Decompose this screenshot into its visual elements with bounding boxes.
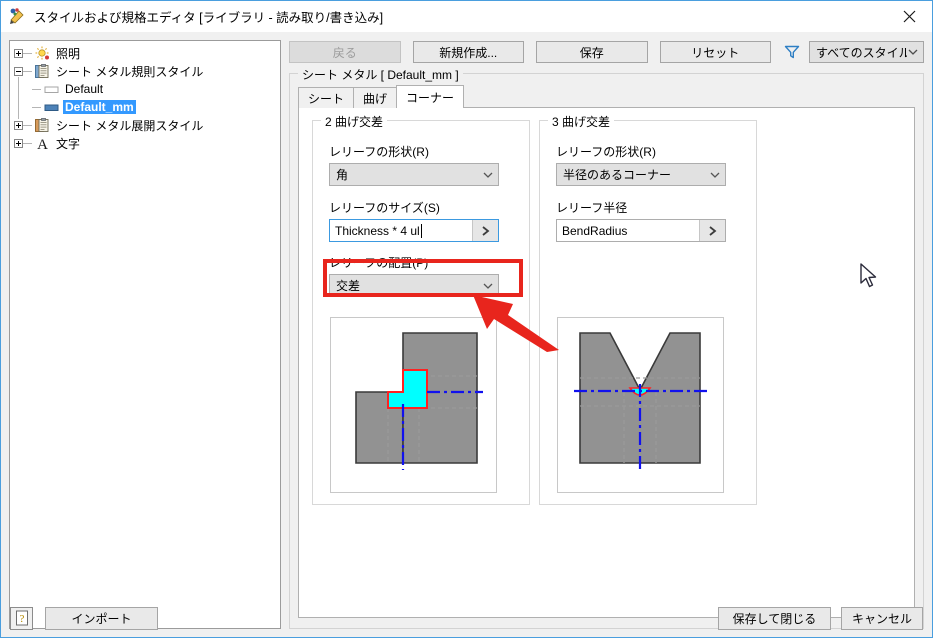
three-bend-group-label: 3 曲げ交差 — [548, 113, 615, 130]
two-bend-intersection-group: 2 曲げ交差 レリーフの形状(R) 角 レリーフのサイズ(S) Thicknes… — [312, 113, 530, 505]
two-bend-group-label: 2 曲げ交差 — [321, 113, 388, 130]
sheet-metal-group-label: シート メタル [ Default_mm ] — [298, 66, 463, 83]
expander-plus-icon[interactable] — [14, 48, 23, 58]
save-button[interactable]: 保存 — [536, 41, 648, 63]
chevron-down-icon — [478, 171, 498, 179]
chevron-right-icon[interactable] — [472, 220, 498, 241]
style-swatch-filled-icon — [43, 100, 60, 115]
editor-toolbar: 戻る 新規作成... 保存 リセット すべてのスタイル — [289, 40, 924, 64]
style-filter-value: すべてのスタイル — [816, 45, 907, 60]
tree-item-label-selected: Default_mm — [63, 100, 136, 114]
tree-item-label: シート メタル規則スタイル — [56, 64, 204, 79]
style-swatch-empty-icon — [43, 82, 60, 97]
chevron-down-icon — [907, 45, 919, 59]
clipboard-blue-icon — [34, 63, 51, 79]
help-icon[interactable]: ? — [10, 606, 33, 630]
relief-radius-label: レリーフ半径 — [556, 201, 628, 215]
relief-size-value: Thickness * 4 ul — [335, 223, 420, 238]
tree-connector — [23, 70, 32, 72]
tree-item-default[interactable]: Default — [10, 77, 280, 101]
tree-connector — [23, 124, 32, 126]
tree-item-label: シート メタル展開スタイル — [56, 118, 204, 133]
tab-bend[interactable]: 曲げ — [353, 87, 398, 108]
relief-shape-value-2: 角 — [336, 168, 349, 182]
relief-shape-combobox-2[interactable]: 角 — [329, 163, 499, 186]
three-bend-intersection-group: 3 曲げ交差 レリーフの形状(R) 半径のあるコーナー レリーフ半径 BendR… — [539, 113, 757, 505]
style-filter-combobox[interactable]: すべてのスタイル — [809, 41, 924, 63]
tab-corner[interactable]: コーナー — [396, 85, 465, 108]
editor-right-panel: 戻る 新規作成... 保存 リセット すべてのスタイル シート メタル [De… — [289, 40, 924, 629]
style-tree-panel[interactable]: 照明 シート メタル規則スタイル Default Default_mm シート … — [9, 40, 281, 629]
dialog-footer: ? インポート 保存して閉じる キャンセル — [1, 599, 932, 637]
tree-item-text[interactable]: A 文字 — [10, 134, 280, 153]
relief-placement-value: 交差 — [336, 279, 361, 293]
svg-text:?: ? — [19, 613, 24, 625]
tree-connector — [23, 142, 32, 144]
style-editor-icon — [8, 7, 28, 27]
tree-connector — [32, 106, 41, 108]
relief-shape-combobox-3[interactable]: 半径のあるコーナー — [556, 163, 726, 186]
relief-size-field[interactable]: Thickness * 4 ul — [329, 219, 499, 242]
tree-item-sheet-metal-rule-style[interactable]: シート メタル規則スタイル — [10, 62, 280, 80]
title-bar: スタイルおよび規格エディタ [ライブラリ - 読み取り/書き込み] — [1, 1, 932, 32]
dialog-body: 照明 シート メタル規則スタイル Default Default_mm シート … — [1, 32, 932, 629]
chevron-down-icon — [705, 171, 725, 179]
clipboard-orange-icon — [34, 117, 51, 133]
expander-minus-icon[interactable] — [14, 66, 23, 76]
sheet-metal-groupbox: シート メタル [ Default_mm ] シート 曲げ コーナー 2 曲げ交… — [289, 66, 924, 629]
relief-placement-label: レリーフの配置(P) — [329, 256, 429, 270]
save-and-close-button[interactable]: 保存して閉じる — [718, 606, 831, 630]
style-and-standard-editor-window: スタイルおよび規格エディタ [ライブラリ - 読み取り/書き込み] 照明 シート… — [0, 0, 933, 638]
expander-plus-icon[interactable] — [14, 138, 23, 148]
new-button[interactable]: 新規作成... — [412, 41, 524, 63]
tree-indent — [14, 77, 32, 101]
relief-radius-value: BendRadius — [562, 223, 628, 238]
two-bend-intersection-preview — [330, 317, 497, 493]
tree-item-default-mm[interactable]: Default_mm — [10, 95, 280, 119]
window-title: スタイルおよび規格エディタ [ライブラリ - 読み取り/書き込み] — [34, 11, 384, 25]
chevron-down-icon — [478, 282, 498, 290]
tree-item-label: 照明 — [56, 46, 81, 61]
tab-sheet[interactable]: シート — [298, 87, 355, 108]
tree-item-label: 文字 — [56, 136, 81, 151]
relief-radius-field[interactable]: BendRadius — [556, 219, 726, 242]
svg-text:A: A — [37, 137, 48, 151]
cancel-button[interactable]: キャンセル — [841, 606, 923, 630]
tree-connector — [32, 88, 41, 90]
corner-tab-page: 2 曲げ交差 レリーフの形状(R) 角 レリーフのサイズ(S) Thicknes… — [298, 107, 915, 618]
expander-plus-icon[interactable] — [14, 120, 23, 130]
relief-placement-combobox[interactable]: 交差 — [329, 274, 499, 297]
tree-item-lighting[interactable]: 照明 — [10, 44, 280, 62]
text-caret — [420, 223, 422, 238]
import-button[interactable]: インポート — [45, 606, 158, 630]
close-icon[interactable] — [886, 1, 932, 31]
relief-shape-label-3: レリーフの形状(R) — [556, 145, 656, 159]
tab-strip: シート 曲げ コーナー — [298, 85, 465, 108]
relief-shape-label-2: レリーフの形状(R) — [329, 145, 429, 159]
relief-size-label: レリーフのサイズ(S) — [329, 201, 440, 215]
tree-connector — [23, 52, 32, 54]
tree-indent — [14, 95, 32, 119]
funnel-filter-icon[interactable] — [783, 43, 801, 61]
light-icon — [34, 46, 51, 61]
chevron-right-icon[interactable] — [699, 220, 725, 241]
tree-item-label: Default — [65, 82, 104, 96]
three-bend-intersection-preview — [557, 317, 724, 493]
reset-button[interactable]: リセット — [659, 41, 771, 63]
back-button[interactable]: 戻る — [289, 41, 401, 63]
relief-shape-value-3: 半径のあるコーナー — [563, 168, 672, 182]
text-A-icon: A — [34, 136, 51, 153]
tree-item-sheet-metal-unfold-style[interactable]: シート メタル展開スタイル — [10, 116, 280, 134]
